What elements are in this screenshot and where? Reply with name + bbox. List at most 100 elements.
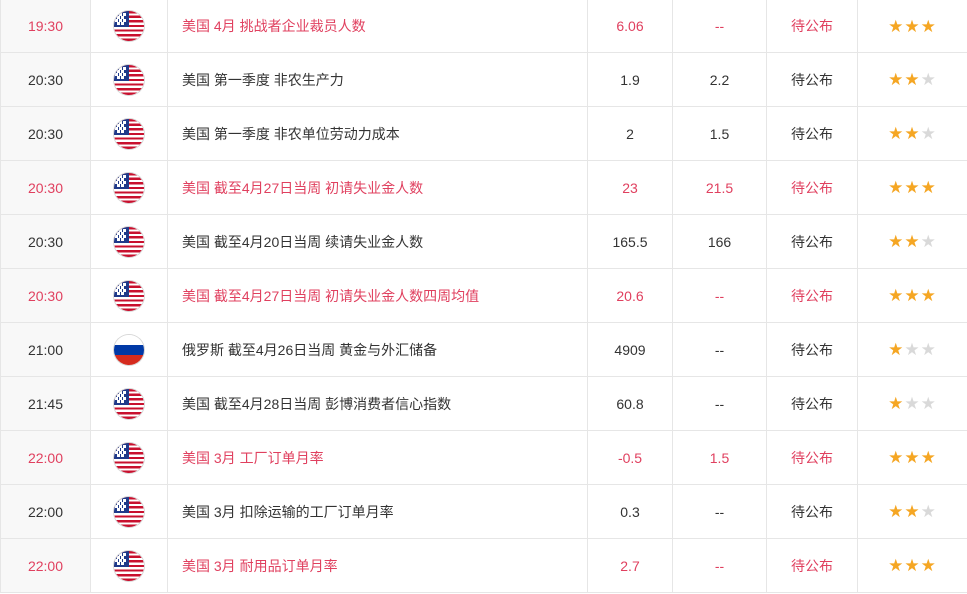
event-name-link[interactable]: 俄罗斯 截至4月26日当周 黄金与外汇储备: [167, 322, 588, 377]
event-name-link[interactable]: 美国 3月 工厂订单月率: [167, 430, 588, 485]
release-time: 20:30: [0, 52, 91, 107]
table-row[interactable]: 20:30 美国 截至4月27日当周 初请失业金人数四周均值 20.6 -- 待公布 ★★…: [0, 268, 967, 323]
importance-rating: ★★★: [888, 233, 937, 250]
country-cell: [90, 106, 168, 161]
table-row[interactable]: 20:30 美国 截至4月20日当周 续请失业金人数 165.5 166 待公布 ★★★: [0, 214, 967, 269]
actual-value: 待公布: [766, 214, 858, 269]
forecast-value: --: [672, 538, 767, 593]
importance-rating: ★★★: [888, 449, 937, 466]
star-filled-icon: ★: [904, 286, 921, 305]
us-flag-icon: [114, 280, 144, 311]
star-filled-icon: ★: [920, 286, 937, 305]
release-time: 22:00: [0, 538, 91, 593]
us-flag-icon: [114, 388, 144, 419]
star-empty-icon: ★: [904, 394, 921, 413]
country-cell: [90, 484, 168, 539]
previous-value: 165.5: [587, 214, 673, 269]
star-filled-icon: ★: [888, 232, 905, 251]
star-filled-icon: ★: [904, 16, 921, 36]
actual-value: 待公布: [766, 430, 858, 485]
event-name-link[interactable]: 美国 4月 挑战者企业裁员人数: [167, 0, 588, 53]
star-filled-icon: ★: [888, 16, 905, 36]
star-filled-icon: ★: [904, 232, 921, 251]
forecast-value: 1.5: [672, 106, 767, 161]
star-filled-icon: ★: [888, 178, 905, 197]
previous-value: 20.6: [587, 268, 673, 323]
forecast-value: --: [672, 0, 767, 53]
forecast-value: --: [672, 376, 767, 431]
release-time: 20:30: [0, 268, 91, 323]
forecast-value: 166: [672, 214, 767, 269]
importance-rating: ★★★: [888, 125, 937, 142]
release-time: 22:00: [0, 430, 91, 485]
table-row[interactable]: 22:00 美国 3月 耐用品订单月率 2.7 -- 待公布 ★★★: [0, 538, 967, 593]
importance-cell: ★★★: [857, 214, 967, 269]
us-flag-icon: [114, 118, 144, 149]
star-empty-icon: ★: [920, 70, 937, 89]
importance-cell: ★★★: [857, 52, 967, 107]
star-filled-icon: ★: [904, 178, 921, 197]
table-row[interactable]: 20:30 美国 第一季度 非农单位劳动力成本 2 1.5 待公布 ★★★: [0, 106, 967, 161]
country-cell: [90, 160, 168, 215]
forecast-value: 1.5: [672, 430, 767, 485]
previous-value: 60.8: [587, 376, 673, 431]
event-name-link[interactable]: 美国 第一季度 非农单位劳动力成本: [167, 106, 588, 161]
event-name-link[interactable]: 美国 第一季度 非农生产力: [167, 52, 588, 107]
importance-cell: ★★★: [857, 268, 967, 323]
actual-value: 待公布: [766, 538, 858, 593]
event-name-link[interactable]: 美国 截至4月27日当周 初请失业金人数: [167, 160, 588, 215]
star-filled-icon: ★: [904, 448, 921, 467]
event-name-link[interactable]: 美国 截至4月27日当周 初请失业金人数四周均值: [167, 268, 588, 323]
us-flag-icon: [114, 64, 144, 95]
us-flag-icon: [114, 172, 144, 203]
us-flag-icon: [114, 226, 144, 257]
country-cell: [90, 268, 168, 323]
release-time: 21:00: [0, 322, 91, 377]
forecast-value: --: [672, 484, 767, 539]
previous-value: 6.06: [587, 0, 673, 53]
previous-value: 0.3: [587, 484, 673, 539]
star-filled-icon: ★: [920, 16, 937, 36]
star-empty-icon: ★: [904, 340, 921, 359]
importance-cell: ★★★: [857, 322, 967, 377]
star-filled-icon: ★: [888, 448, 905, 467]
star-empty-icon: ★: [920, 340, 937, 359]
event-name-link[interactable]: 美国 3月 耐用品订单月率: [167, 538, 588, 593]
table-row[interactable]: 20:30 美国 截至4月27日当周 初请失业金人数 23 21.5 待公布 ★★★: [0, 160, 967, 215]
table-row[interactable]: 22:00 美国 3月 扣除运输的工厂订单月率 0.3 -- 待公布 ★★★: [0, 484, 967, 539]
previous-value: -0.5: [587, 430, 673, 485]
country-cell: [90, 538, 168, 593]
event-name-link[interactable]: 美国 截至4月20日当周 续请失业金人数: [167, 214, 588, 269]
previous-value: 4909: [587, 322, 673, 377]
actual-value: 待公布: [766, 0, 858, 53]
event-name-link[interactable]: 美国 截至4月28日当周 彭博消费者信心指数: [167, 376, 588, 431]
importance-rating: ★★★: [888, 341, 937, 358]
importance-cell: ★★★: [857, 376, 967, 431]
importance-cell: ★★★: [857, 0, 967, 53]
previous-value: 23: [587, 160, 673, 215]
table-row[interactable]: 19:30 美国 4月 挑战者企业裁员人数 6.06 -- 待公布 ★★★: [0, 0, 967, 53]
star-filled-icon: ★: [904, 556, 921, 575]
country-cell: [90, 322, 168, 377]
importance-rating: ★★★: [888, 18, 937, 35]
table-row[interactable]: 22:00 美国 3月 工厂订单月率 -0.5 1.5 待公布 ★★★: [0, 430, 967, 485]
event-name-link[interactable]: 美国 3月 扣除运输的工厂订单月率: [167, 484, 588, 539]
release-time: 20:30: [0, 214, 91, 269]
release-time: 21:45: [0, 376, 91, 431]
actual-value: 待公布: [766, 322, 858, 377]
table-row[interactable]: 21:45 美国 截至4月28日当周 彭博消费者信心指数 60.8 -- 待公布 ★★★: [0, 376, 967, 431]
country-cell: [90, 376, 168, 431]
star-empty-icon: ★: [920, 232, 937, 251]
importance-cell: ★★★: [857, 430, 967, 485]
importance-cell: ★★★: [857, 106, 967, 161]
ru-flag-icon: [114, 334, 144, 365]
importance-cell: ★★★: [857, 484, 967, 539]
star-empty-icon: ★: [920, 394, 937, 413]
actual-value: 待公布: [766, 52, 858, 107]
table-row[interactable]: 20:30 美国 第一季度 非农生产力 1.9 2.2 待公布 ★★★: [0, 52, 967, 107]
forecast-value: 2.2: [672, 52, 767, 107]
country-cell: [90, 214, 168, 269]
us-flag-icon: [114, 550, 144, 581]
table-row[interactable]: 21:00 俄罗斯 截至4月26日当周 黄金与外汇储备 4909 -- 待公布 ★★★: [0, 322, 967, 377]
release-time: 22:00: [0, 484, 91, 539]
